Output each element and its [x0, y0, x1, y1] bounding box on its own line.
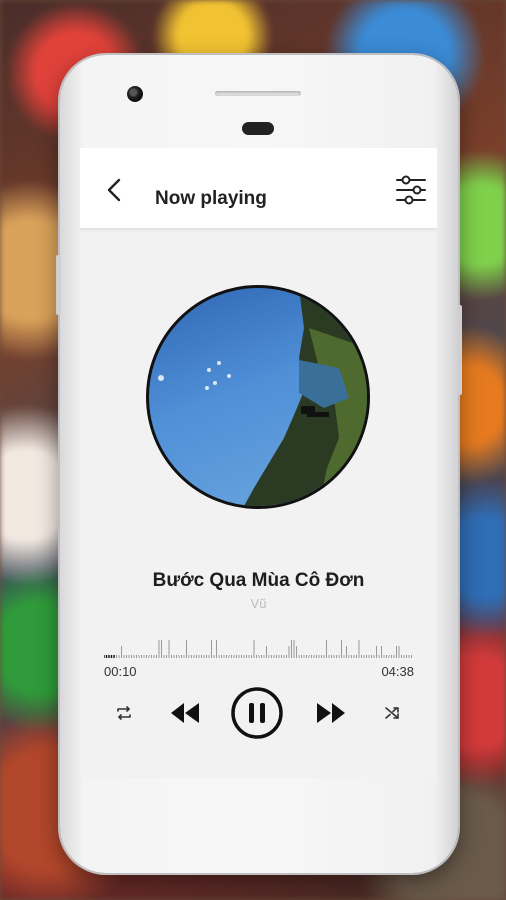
proximity-sensor [242, 122, 274, 135]
earpiece-speaker [215, 91, 301, 96]
equalizer-button[interactable] [395, 174, 427, 206]
repeat-button[interactable] [114, 703, 134, 723]
phone-frame: Now playing Bước Qua Mùa Cô Đơn Vũ 00:10… [56, 55, 462, 873]
rewind-icon [171, 703, 199, 723]
repeat-icon [117, 706, 131, 720]
next-button[interactable] [314, 700, 348, 726]
top-app-bar: Now playing [80, 148, 437, 228]
fast-forward-icon [317, 703, 345, 723]
front-camera [127, 86, 143, 102]
play-pause-button[interactable] [230, 686, 284, 740]
app-screen: Now playing Bước Qua Mùa Cô Đơn Vũ 00:10… [80, 148, 437, 778]
volume-button [56, 255, 61, 315]
song-title: Bước Qua Mùa Cô Đơn [152, 570, 365, 591]
previous-button[interactable] [168, 700, 202, 726]
album-cover [146, 285, 370, 509]
pause-icon [231, 687, 283, 739]
power-button [457, 305, 462, 395]
artist-name: Vũ [250, 596, 267, 611]
shuffle-button[interactable] [382, 703, 402, 723]
album-artwork-image [158, 288, 367, 506]
shuffle-icon [385, 707, 399, 719]
page-title: Now playing [155, 188, 267, 209]
elapsed-time: 00:10 [104, 664, 137, 679]
total-duration: 04:38 [381, 664, 414, 679]
back-chevron-icon [107, 178, 121, 202]
back-button[interactable] [100, 175, 130, 205]
waveform-seekbar[interactable] [104, 638, 414, 658]
equalizer-sliders-icon [396, 175, 426, 205]
